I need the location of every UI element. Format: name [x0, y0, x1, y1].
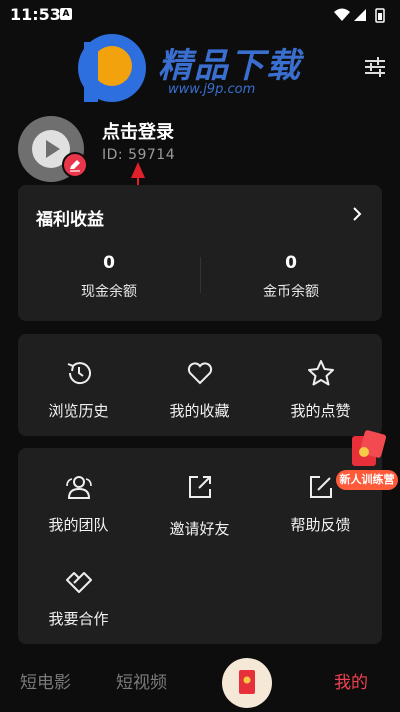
watermark-url: www.j9p.com — [168, 82, 256, 97]
likes-tile[interactable]: 我的点赞 — [260, 340, 381, 430]
history-label: 浏览历史 — [48, 402, 109, 420]
services-card: 我的团队 邀请好友 帮助反馈 我要合作 — [18, 448, 382, 644]
wifi-icon — [334, 8, 350, 21]
cash-balance-label: 现金余额 — [81, 284, 137, 300]
team-tile[interactable]: 我的团队 — [18, 454, 139, 544]
watermark-brand: 精品下载 — [158, 46, 302, 86]
star-icon — [308, 360, 334, 386]
cooperate-label: 我要合作 — [48, 610, 109, 628]
cooperate-tile[interactable]: 我要合作 — [18, 548, 139, 638]
welfare-card[interactable]: 福利收益 0 现金余额 0 金币余额 — [18, 185, 382, 321]
stat-divider — [200, 257, 201, 293]
handshake-icon — [66, 572, 92, 593]
share-icon — [189, 476, 211, 498]
invite-label: 邀请好友 — [169, 520, 230, 538]
red-envelope-icon — [239, 670, 255, 694]
coin-balance-label: 金币余额 — [263, 284, 319, 300]
status-icons — [334, 8, 385, 23]
shortcut-card: 浏览历史 我的收藏 我的点赞 — [18, 334, 382, 436]
feedback-label: 帮助反馈 — [290, 516, 351, 534]
login-link[interactable]: 点击登录 — [102, 118, 174, 144]
edit-profile-button[interactable] — [62, 152, 88, 178]
status-bar: 11:53 A — [0, 0, 400, 30]
team-icon — [66, 476, 92, 499]
notification-icon: A — [60, 8, 72, 20]
settings-sliders-icon[interactable] — [362, 56, 388, 78]
watermark-logo-icon — [78, 34, 146, 102]
favorites-label: 我的收藏 — [169, 402, 230, 420]
tab-short-films[interactable]: 短电影 — [20, 668, 71, 693]
pencil-icon — [70, 160, 80, 172]
history-icon — [67, 362, 91, 385]
likes-label: 我的点赞 — [290, 402, 351, 420]
newbie-camp-label[interactable]: 新人训练营 — [336, 470, 398, 490]
feedback-icon — [310, 476, 332, 498]
favorites-tile[interactable]: 我的收藏 — [139, 340, 260, 430]
status-time: 11:53 — [10, 5, 61, 24]
history-tile[interactable]: 浏览历史 — [18, 340, 139, 430]
invite-tile[interactable]: 邀请好友 — [139, 454, 260, 544]
coin-balance-value: 0 — [285, 253, 297, 273]
red-envelope-button[interactable] — [222, 658, 272, 708]
tab-short-videos[interactable]: 短视频 — [116, 668, 167, 693]
bottom-navigation: 短电影 短视频 我的 — [0, 650, 400, 711]
tab-mine[interactable]: 我的 — [334, 668, 368, 693]
watermark: 精品下载 www.j9p.com — [72, 30, 332, 110]
signal-icon — [354, 9, 366, 21]
team-label: 我的团队 — [48, 516, 109, 534]
cash-balance-value: 0 — [103, 253, 115, 273]
welfare-title: 福利收益 — [36, 210, 104, 230]
chevron-right-icon[interactable] — [350, 205, 364, 223]
heart-icon — [187, 362, 213, 385]
